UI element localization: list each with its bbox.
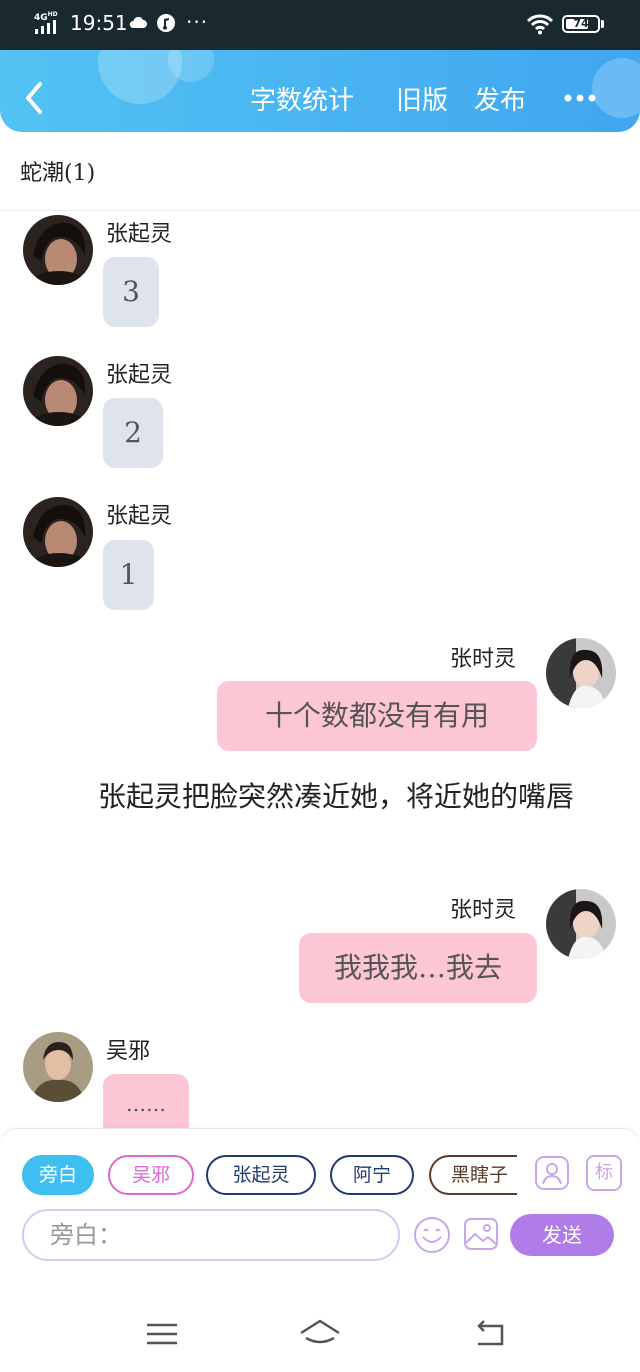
publish-button[interactable]: 发布 [474,80,526,117]
home-icon[interactable] [298,1316,342,1352]
avatar-zhang-shiling[interactable] [546,889,616,959]
wifi-icon [526,14,554,35]
menu-icon[interactable] [142,1316,182,1352]
message-bubble[interactable]: 我我我…我去 [299,933,537,1003]
old-version-button[interactable]: 旧版 [396,80,448,117]
narration-text[interactable]: 张起灵把脸突然凑近她，将近她的嘴唇 [38,778,604,816]
battery-icon: 74 [562,15,600,33]
room-title: 蛇潮(1) [20,161,96,186]
back-arrow-icon[interactable] [20,80,50,116]
decor-bubble [592,58,640,118]
status-bar: 4GHD 19:51 ··· 74 [0,0,640,50]
avatar-zhang-qiling[interactable] [23,497,93,567]
add-character-icon[interactable] [534,1155,570,1191]
avatar-zhang-qiling[interactable] [23,215,93,285]
battery-tip [601,20,604,28]
sender-name: 张起灵 [106,504,173,529]
message-bubble[interactable]: 十个数都没有有用 [217,681,537,751]
more-status-icon: ··· [186,10,209,34]
word-count-button[interactable]: 字数统计 [250,80,354,117]
more-icon[interactable] [562,80,598,116]
image-icon[interactable] [462,1215,500,1253]
app-header: 字数统计 旧版 发布 [0,50,640,132]
character-chip-zhang-qiling[interactable]: 张起灵 [206,1155,316,1195]
avatar-zhang-qiling[interactable] [23,356,93,426]
send-button[interactable]: 发送 [510,1214,614,1256]
character-chip-a-ning[interactable]: 阿宁 [330,1155,414,1195]
sender-name: 张时灵 [450,898,517,923]
sender-name: 张时灵 [450,647,517,672]
message-bubble[interactable]: 2 [103,398,163,468]
character-chip-wu-xie[interactable]: 吴邪 [108,1155,194,1195]
clock: 19:51 [70,11,128,35]
music-icon [157,14,175,32]
character-chip-narrator[interactable]: 旁白 [22,1155,94,1195]
signal-icon [35,20,61,34]
emoji-icon[interactable] [412,1215,452,1255]
message-bubble[interactable]: …… [103,1074,189,1128]
character-chip-hei-xiazi[interactable]: 黑瞎子 [429,1155,517,1195]
divider [0,210,640,211]
message-bubble[interactable]: 3 [103,257,159,327]
message-bubble[interactable]: 1 [103,540,154,610]
sender-name: 张起灵 [106,222,173,247]
sender-name: 张起灵 [106,363,173,388]
battery-level: 74 [573,17,589,30]
avatar-wu-xie[interactable] [23,1032,93,1102]
cloud-icon [129,16,147,28]
message-input[interactable]: 旁白： [22,1209,400,1261]
system-nav-bar [0,1296,640,1372]
sender-name: 吴邪 [106,1039,151,1064]
back-icon[interactable] [470,1316,510,1352]
avatar-zhang-shiling[interactable] [546,638,616,708]
tag-button[interactable]: 标 [586,1155,622,1191]
